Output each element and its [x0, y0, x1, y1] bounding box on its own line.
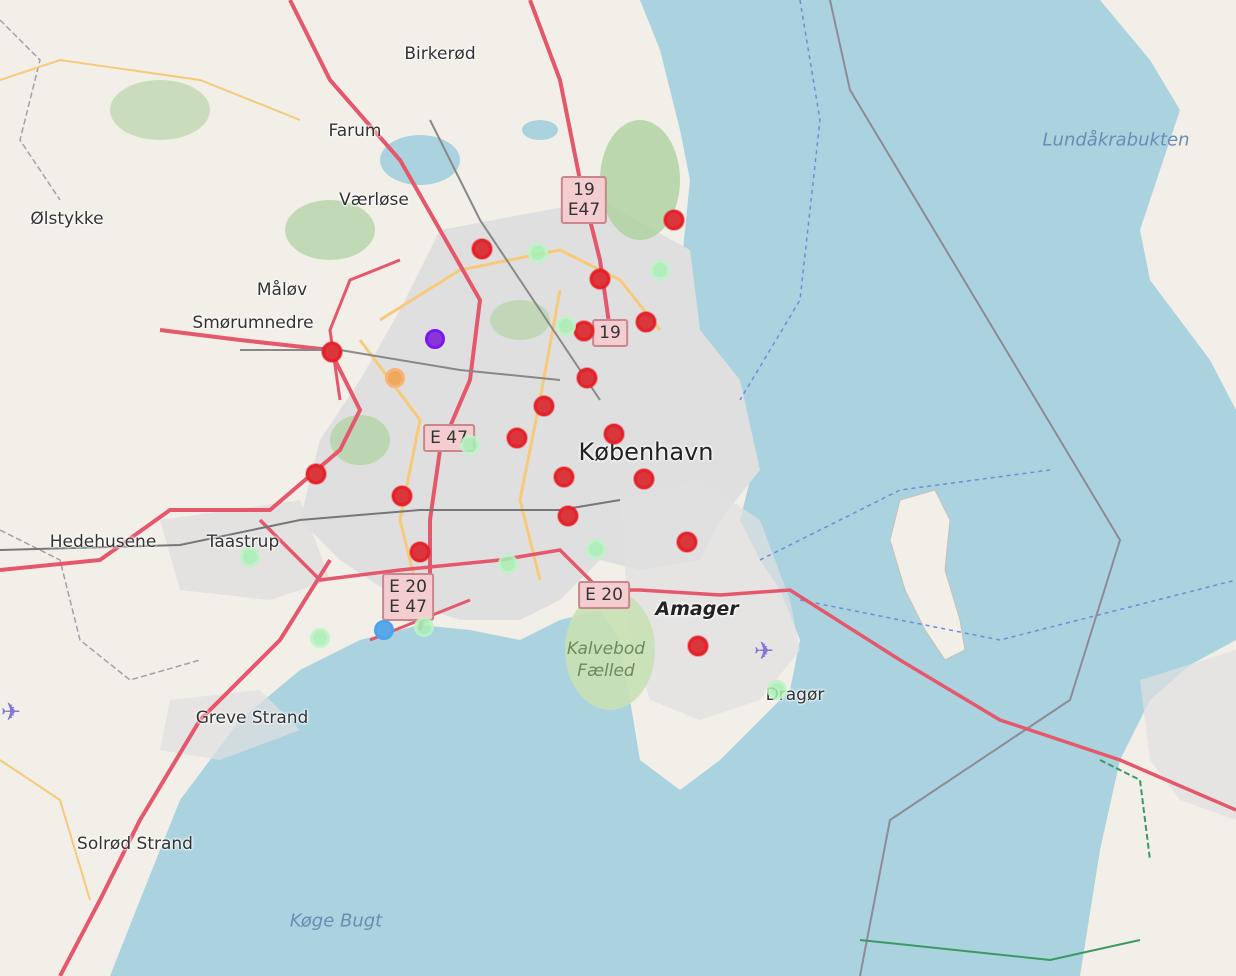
map-marker-blue[interactable]	[374, 620, 394, 640]
place-label: Solrød Strand	[77, 834, 193, 854]
place-label: Smørumnedre	[192, 313, 314, 333]
map-marker-red[interactable]	[636, 312, 656, 332]
place-label: Birkerød	[404, 44, 476, 64]
road-shield: E 20	[578, 581, 630, 609]
map-marker-green[interactable]	[556, 316, 576, 336]
airplane-icon: ✈	[0, 698, 22, 726]
road-shield-number: 19	[599, 323, 621, 343]
place-label: Greve Strand	[195, 708, 309, 728]
map-marker-red[interactable]	[604, 424, 624, 444]
place-label: Farum	[328, 121, 382, 141]
map-marker-green[interactable]	[240, 547, 260, 567]
road-shield-number: E47	[567, 200, 601, 220]
road-shield-number: E 20	[585, 585, 623, 605]
map-marker-red[interactable]	[574, 321, 594, 341]
map-marker-green[interactable]	[310, 628, 330, 648]
road-shield-number: 19	[573, 180, 595, 200]
map-marker-green[interactable]	[767, 680, 787, 700]
city-label: København	[578, 438, 714, 466]
map-marker-red[interactable]	[590, 269, 610, 289]
road-shield-number: E 47	[389, 597, 427, 617]
island-label: Amager	[655, 598, 739, 620]
place-label: Værløse	[339, 190, 409, 210]
map-marker-red[interactable]	[392, 486, 412, 506]
map-marker-green[interactable]	[528, 243, 548, 263]
map-marker-red[interactable]	[688, 636, 708, 656]
map-marker-red[interactable]	[306, 464, 326, 484]
map-marker-red[interactable]	[677, 532, 697, 552]
map-marker-purple[interactable]	[425, 329, 445, 349]
park-label: Kalvebod Fælled	[567, 638, 645, 682]
airplane-icon: ✈	[753, 637, 775, 665]
road-shield-number: E 20	[389, 577, 427, 597]
place-label: Måløv	[256, 280, 308, 300]
map-marker-red[interactable]	[472, 239, 492, 259]
map-marker-red[interactable]	[507, 428, 527, 448]
water-label: Køge Bugt	[289, 910, 383, 932]
map-marker-red[interactable]	[664, 210, 684, 230]
map-marker-red[interactable]	[534, 396, 554, 416]
map-marker-green[interactable]	[414, 617, 434, 637]
water-label: Lundåkrabukten	[1042, 129, 1190, 151]
place-label: Ølstykke	[30, 209, 104, 229]
map-marker-green[interactable]	[586, 539, 606, 559]
map-marker-orange[interactable]	[385, 368, 405, 388]
map-view[interactable]: Birkerød Farum Værløse Ølstykke Måløv Sm…	[0, 0, 1236, 976]
map-marker-red[interactable]	[410, 542, 430, 562]
road-shield: 19 E47	[560, 176, 608, 224]
park-label-line: Kalvebod	[566, 639, 646, 659]
map-marker-green[interactable]	[460, 435, 480, 455]
park-label-line: Fælled	[577, 661, 635, 681]
road-shield: 19	[592, 319, 628, 347]
map-marker-green[interactable]	[650, 260, 670, 280]
map-marker-red[interactable]	[322, 342, 342, 362]
map-marker-red[interactable]	[558, 506, 578, 526]
map-marker-red[interactable]	[554, 467, 574, 487]
map-marker-red[interactable]	[577, 368, 597, 388]
map-marker-red[interactable]	[634, 469, 654, 489]
map-marker-green[interactable]	[498, 554, 518, 574]
road-shield: E 20 E 47	[382, 573, 434, 621]
place-label: Hedehusene	[49, 532, 157, 552]
